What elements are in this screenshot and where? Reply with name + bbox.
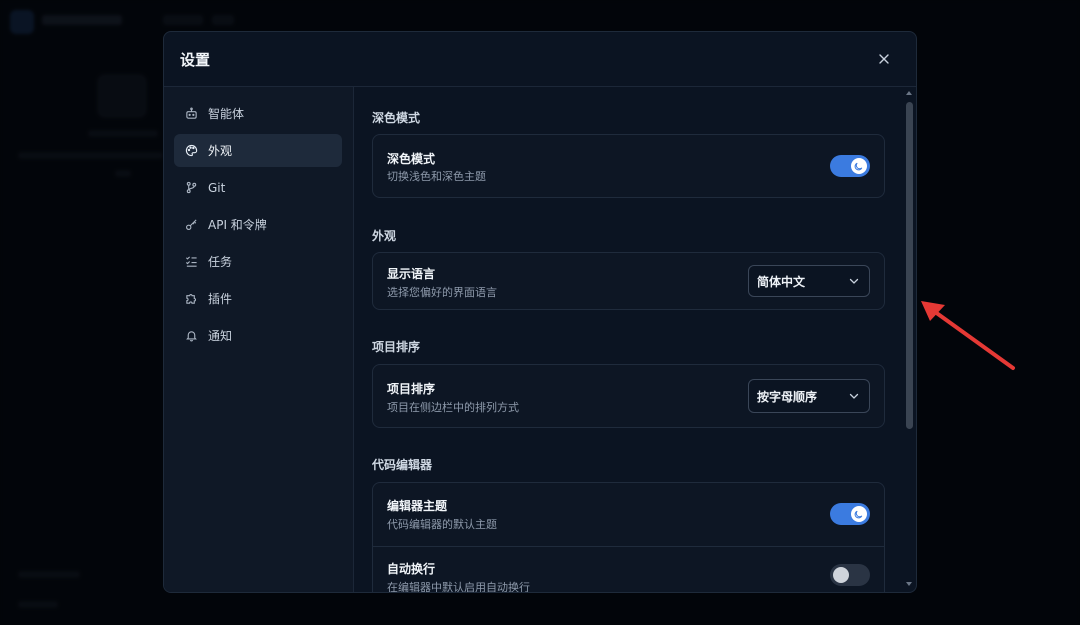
word-wrap-toggle[interactable]	[830, 564, 870, 586]
dark-mode-toggle[interactable]	[830, 155, 870, 177]
settings-dialog: 设置 智能体 外观 Git API 和令牌 任务 插件 通知 深色模式 深色模式…	[163, 31, 917, 593]
appearance-card: 显示语言 选择您偏好的界面语言 简体中文	[372, 252, 885, 310]
select-value: 按字母顺序	[757, 389, 818, 404]
row-description: 切换浅色和深色主题	[387, 170, 486, 183]
row-title: 项目排序	[387, 382, 436, 396]
sidebar-item-tasks[interactable]: 任务	[174, 245, 342, 278]
settings-sidebar: 智能体 外观 Git API 和令牌 任务 插件 通知	[164, 87, 354, 592]
row-title: 自动换行	[387, 562, 436, 576]
row-description: 选择您偏好的界面语言	[387, 286, 497, 299]
section-title-code-editor: 代码编辑器	[372, 458, 433, 472]
chevron-down-icon	[849, 393, 859, 399]
sidebar-item-label: 任务	[208, 255, 233, 269]
settings-content: 深色模式 深色模式 切换浅色和深色主题 外观 显示语言 选择您偏好的界面语言 简…	[354, 87, 902, 592]
sidebar-item-label: API 和令牌	[208, 218, 267, 232]
select-value: 简体中文	[757, 274, 806, 289]
sidebar-item-notifications[interactable]: 通知	[174, 319, 342, 352]
sidebar-item-label: 通知	[208, 329, 233, 343]
moon-icon	[854, 162, 863, 171]
puzzle-icon	[184, 292, 198, 306]
section-title-project-sort: 项目排序	[372, 340, 421, 354]
editor-theme-toggle[interactable]	[830, 503, 870, 525]
annotation-arrow-icon	[921, 301, 1015, 370]
content-scrollbar[interactable]	[903, 87, 915, 592]
sidebar-item-label: 外观	[208, 144, 233, 158]
chevron-down-icon	[849, 278, 859, 284]
key-icon	[184, 218, 198, 232]
sidebar-item-plugins[interactable]: 插件	[174, 282, 342, 315]
sidebar-item-label: Git	[208, 180, 226, 195]
code-editor-card: 编辑器主题 代码编辑器的默认主题 自动换行 在编辑器中默认启用自动换行	[372, 482, 885, 592]
editor-theme-row: 编辑器主题 代码编辑器的默认主题	[373, 483, 884, 546]
scroll-down-icon[interactable]	[906, 582, 912, 586]
close-button[interactable]	[874, 49, 894, 69]
project-sort-select[interactable]: 按字母顺序	[748, 379, 870, 413]
row-title: 深色模式	[387, 152, 436, 166]
row-description: 项目在侧边栏中的排列方式	[387, 401, 519, 414]
palette-icon	[184, 144, 198, 158]
git-branch-icon	[184, 181, 198, 195]
row-description: 在编辑器中默认启用自动换行	[387, 581, 530, 592]
section-title-dark-mode: 深色模式	[372, 111, 421, 125]
toggle-knob	[851, 506, 867, 522]
moon-icon	[854, 510, 863, 519]
sidebar-item-agents[interactable]: 智能体	[174, 97, 342, 130]
task-list-icon	[184, 255, 198, 269]
language-select[interactable]: 简体中文	[748, 265, 870, 297]
dialog-title: 设置	[180, 51, 211, 69]
project-sort-card: 项目排序 项目在侧边栏中的排列方式 按字母顺序	[372, 364, 885, 428]
sidebar-item-git[interactable]: Git	[174, 171, 342, 204]
sidebar-item-label: 智能体	[208, 107, 245, 121]
row-title: 编辑器主题	[387, 499, 448, 513]
scrollbar-thumb[interactable]	[906, 102, 913, 429]
sidebar-item-label: 插件	[208, 292, 233, 306]
sidebar-item-appearance[interactable]: 外观	[174, 134, 342, 167]
scroll-up-icon[interactable]	[906, 91, 912, 95]
bot-icon	[184, 107, 198, 121]
sidebar-item-api-tokens[interactable]: API 和令牌	[174, 208, 342, 241]
close-icon	[879, 54, 889, 64]
toggle-knob	[833, 567, 849, 583]
section-title-appearance: 外观	[372, 229, 397, 243]
dialog-header: 设置	[164, 32, 916, 87]
toggle-knob	[851, 158, 867, 174]
dark-mode-card: 深色模式 切换浅色和深色主题	[372, 134, 885, 198]
word-wrap-row: 自动换行 在编辑器中默认启用自动换行	[373, 547, 884, 592]
bell-icon	[184, 329, 198, 343]
row-title: 显示语言	[387, 267, 436, 281]
row-description: 代码编辑器的默认主题	[387, 518, 497, 531]
